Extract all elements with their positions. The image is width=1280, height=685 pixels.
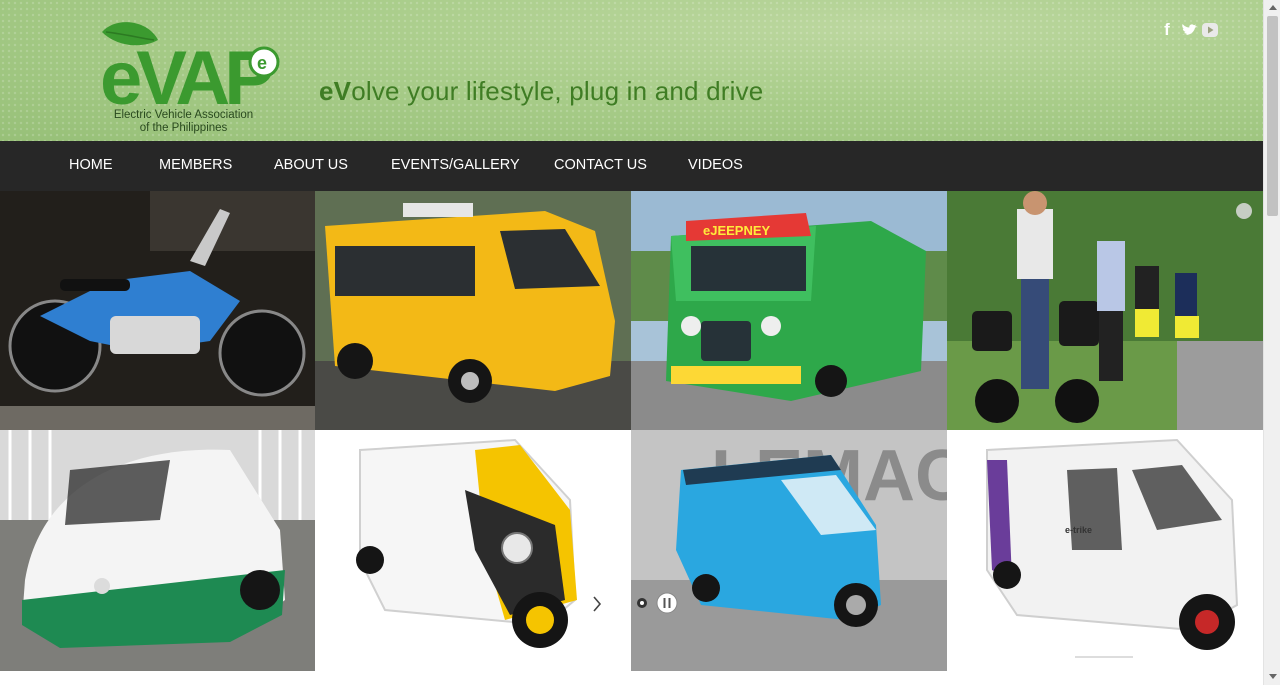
ejeepney-photo[interactable]: eJEEPNEY (631, 191, 947, 430)
facebook-icon: f (1164, 20, 1170, 39)
main-nav: HOME MEMBERS ABOUT US EVENTS/GALLERY CON… (0, 141, 1263, 191)
yellow-electric-bus-photo[interactable] (315, 191, 631, 430)
yellow-etrike-photo[interactable] (315, 430, 631, 671)
vertical-scrollbar[interactable] (1263, 0, 1280, 685)
facebook-link[interactable]: f (1160, 20, 1174, 39)
scrollbar-thumb[interactable] (1267, 16, 1278, 216)
etrike-body-label: e-trike (1065, 525, 1092, 535)
blue-etrike-photo[interactable]: LEMAC (631, 430, 947, 671)
green-white-etrike-photo[interactable] (0, 430, 315, 671)
site-tagline: eVolve your lifestyle, plug in and drive (319, 76, 764, 106)
vehicle-gallery: eJEEPNEY e-trike (0, 191, 1263, 671)
slider-dot[interactable] (637, 598, 647, 608)
pause-icon (656, 592, 678, 614)
svg-text:e: e (257, 53, 267, 73)
slider-pause-button[interactable] (656, 592, 678, 614)
segway-riders-photo[interactable] (947, 191, 1263, 430)
white-etrike-photo[interactable]: e-trike (947, 430, 1263, 671)
electric-motorcycle-photo[interactable] (0, 191, 315, 430)
site-header: eVAP e Electric Vehicle Association of t… (0, 0, 1263, 141)
nav-contact-us[interactable]: CONTACT US (554, 157, 647, 173)
youtube-icon (1202, 23, 1218, 37)
twitter-link[interactable] (1180, 21, 1198, 39)
scroll-up-arrow-icon[interactable] (1269, 5, 1277, 10)
nav-videos[interactable]: VIDEOS (688, 157, 743, 173)
scroll-down-arrow-icon[interactable] (1269, 674, 1277, 679)
twitter-icon (1181, 24, 1197, 35)
nav-events-gallery[interactable]: EVENTS/GALLERY (391, 157, 520, 173)
ejeepney-sign: eJEEPNEY (703, 223, 771, 238)
nav-about-us[interactable]: ABOUT US (274, 157, 348, 173)
nav-home[interactable]: HOME (69, 157, 113, 173)
youtube-link[interactable] (1201, 21, 1219, 39)
logo-subtitle: Electric Vehicle Association of the Phil… (113, 109, 254, 134)
nav-members[interactable]: MEMBERS (159, 157, 232, 173)
